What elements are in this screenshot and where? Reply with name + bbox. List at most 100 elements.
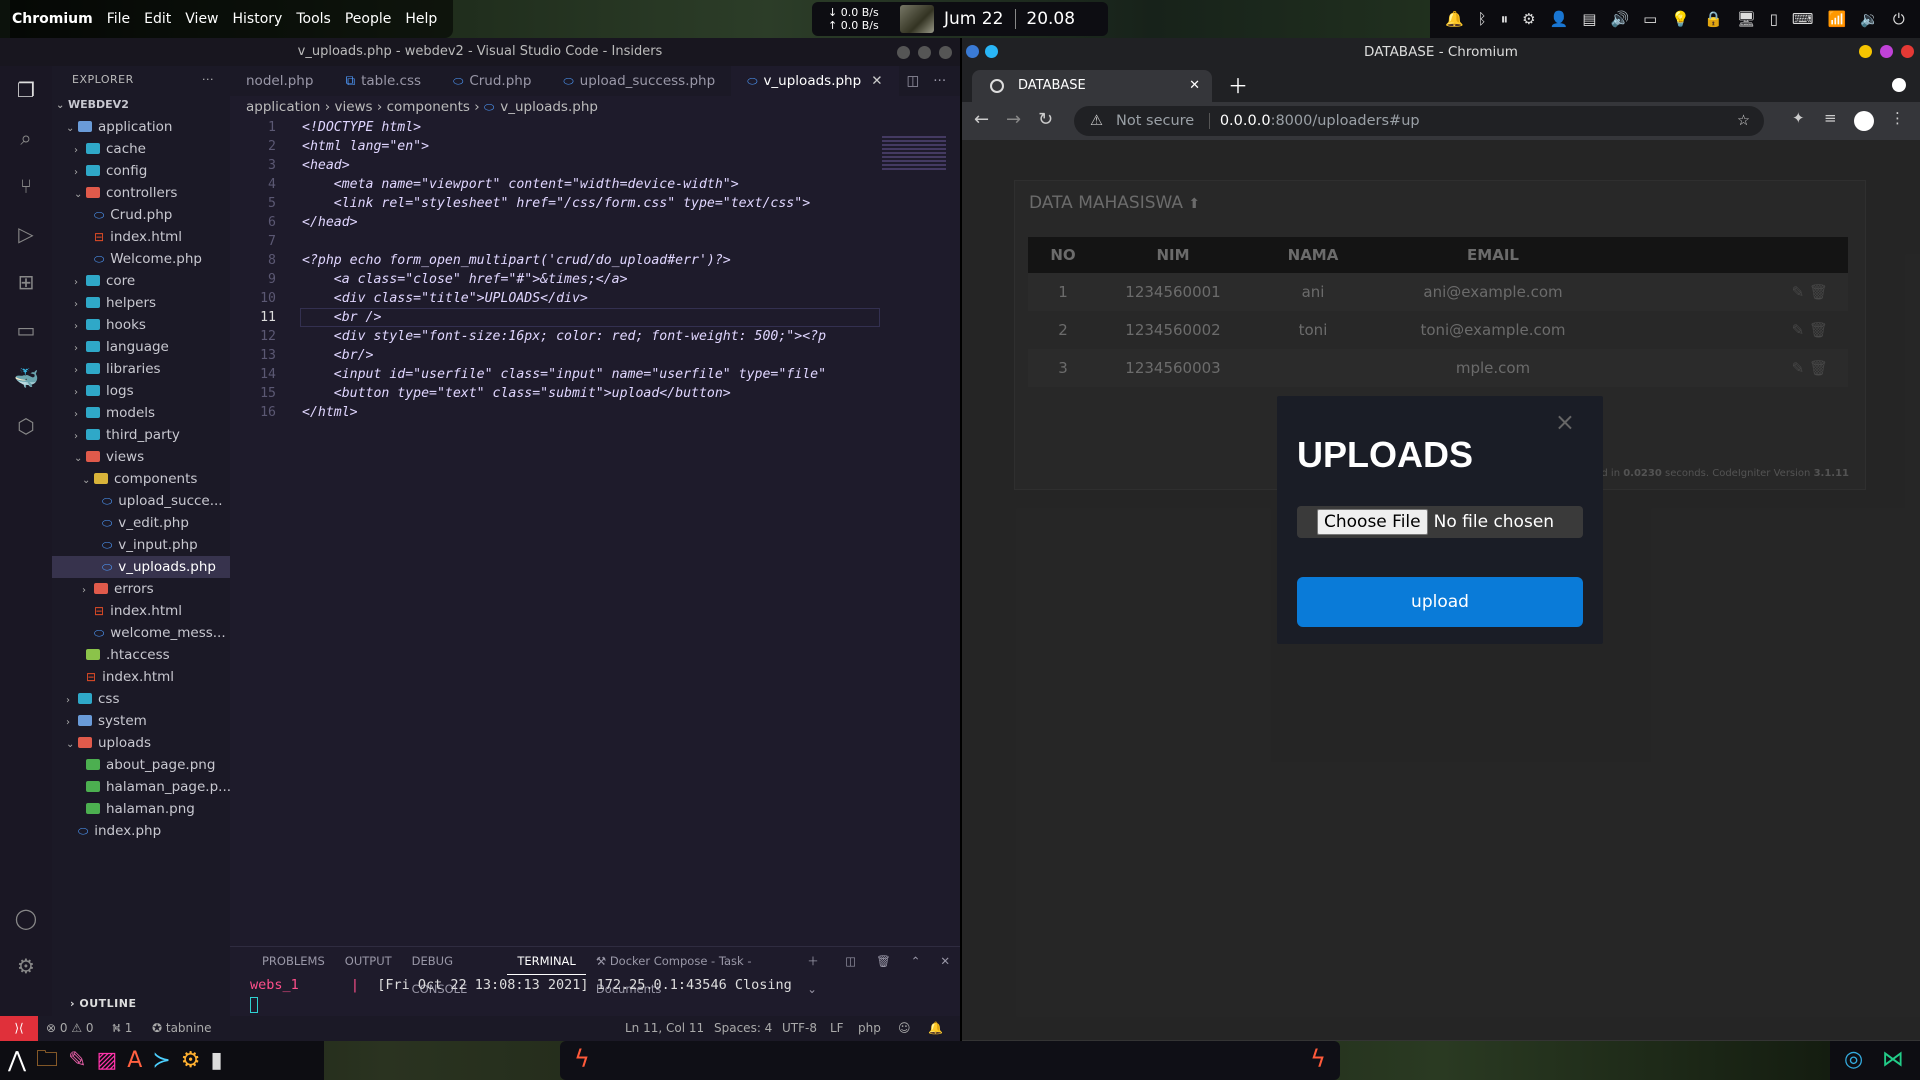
problems-indicator[interactable]: ⊗ 0 ⚠ 0 [46, 1016, 94, 1041]
code-line[interactable]: </head> [302, 213, 358, 232]
docker-icon[interactable]: 🐳 [14, 366, 39, 390]
profile-avatar[interactable] [1854, 111, 1874, 131]
menu-file[interactable]: File [107, 11, 130, 27]
choose-file-button[interactable]: Choose File [1317, 509, 1428, 535]
text-editor-icon[interactable]: ✎ [68, 1048, 86, 1073]
tab-v-uploads[interactable]: ⬭ v_uploads.php ✕ [731, 66, 899, 96]
browser-tab[interactable]: DATABASE ✕ [972, 70, 1212, 102]
chromium-app-icon[interactable]: ◎ [1844, 1047, 1863, 1072]
settings-app-icon[interactable]: ⚙ [181, 1048, 201, 1073]
battery-icon[interactable]: ▭ [1643, 10, 1657, 28]
breadcrumb-item[interactable]: v_uploads.php [500, 99, 598, 115]
close-panel-icon[interactable]: ✕ [930, 947, 960, 975]
code-line[interactable]: <html lang="en"> [302, 137, 429, 156]
search-icon[interactable]: ⌕ [14, 126, 38, 150]
menu-edit[interactable]: Edit [144, 11, 171, 27]
maximize-panel-icon[interactable]: ⌃ [901, 947, 931, 975]
encoding[interactable]: UTF-8 [782, 1016, 817, 1041]
split-terminal-icon[interactable]: ◫ [835, 947, 866, 975]
tree-item[interactable]: ⌄ uploads [52, 732, 230, 754]
vscode-app-icon[interactable]: ⋈ [1882, 1047, 1904, 1072]
tab-upload-success[interactable]: ⬭ upload_success.php [547, 66, 731, 96]
tree-item[interactable]: ⬭ v_input.php [52, 534, 230, 556]
upload-button[interactable]: upload [1297, 577, 1583, 627]
tree-item[interactable]: ⌄ controllers [52, 182, 230, 204]
tree-item[interactable]: ⊟ index.html [52, 600, 230, 622]
language-mode[interactable]: php [858, 1016, 881, 1041]
tree-item[interactable]: ⊟ index.html [52, 666, 230, 688]
editor-more-icon[interactable]: ··· [927, 66, 952, 96]
trash-icon[interactable]: 🗑 [866, 947, 901, 975]
tree-item[interactable]: › errors [52, 578, 230, 600]
files-icon[interactable]: 🗀 [36, 1042, 58, 1080]
terminal-selector[interactable]: ⚒ Docker Compose - Task - Documents [586, 947, 797, 996]
minimize-button[interactable] [897, 46, 910, 59]
brightness-icon[interactable]: 💡 [1671, 10, 1690, 28]
warning-icon[interactable]: ⚠ [1090, 106, 1103, 136]
reload-icon[interactable]: ↻ [1038, 109, 1053, 130]
tree-item[interactable]: › system [52, 710, 230, 732]
terminal-icon[interactable]: ≻ [152, 1048, 170, 1073]
cursor-position[interactable]: Ln 11, Col 11 [625, 1016, 704, 1041]
tree-item[interactable]: › hooks [52, 314, 230, 336]
menu-help[interactable]: Help [405, 11, 437, 27]
explorer-icon[interactable]: ❐ [14, 78, 38, 102]
menu-view[interactable]: View [185, 11, 218, 27]
close-button[interactable] [1901, 45, 1914, 58]
menu-people[interactable]: People [345, 11, 392, 27]
lock-icon[interactable]: 🔒 [1704, 10, 1723, 28]
lightning-icon[interactable]: ϟ [1310, 1045, 1326, 1073]
clipboard-icon[interactable]: ▤ [1582, 10, 1596, 28]
tab-output[interactable]: OUTPUT [335, 947, 402, 975]
code-line[interactable]: <br /> [302, 308, 382, 327]
tabnine-indicator[interactable]: ✪ tabnine [152, 1016, 211, 1041]
chrome-menu-icon[interactable]: ⋮ [1890, 109, 1905, 127]
code-line[interactable]: <!DOCTYPE html> [302, 118, 421, 137]
bell-icon[interactable]: 🔔 [928, 1016, 943, 1041]
lightning-icon[interactable]: ϟ [574, 1045, 590, 1073]
ports-indicator[interactable]: ⛕ 1 [112, 1016, 132, 1041]
not-secure-label[interactable]: Not secure [1116, 113, 1194, 129]
pause-icon[interactable]: ⏸ [1501, 10, 1509, 28]
bookmark-star-icon[interactable]: ☆ [1737, 106, 1750, 136]
tree-item[interactable]: › cache [52, 138, 230, 160]
minimize-button[interactable] [1859, 45, 1872, 58]
account-icon[interactable]: ◯ [14, 906, 38, 930]
code-line[interactable]: <input id="userfile" class="input" name=… [302, 365, 826, 384]
remote-explorer-icon[interactable]: ▭ [14, 318, 38, 342]
minimap[interactable] [882, 136, 946, 170]
terminal-output[interactable]: webs_1 | [Fri Oct 22 13:08:13 2021] 172.… [230, 975, 960, 1013]
sticky-button[interactable] [985, 45, 998, 58]
tree-item[interactable]: about_page.png [52, 754, 230, 776]
tab-table-css[interactable]: ⧉ table.css [329, 66, 437, 96]
media-thumbnail[interactable] [900, 5, 934, 33]
document-icon[interactable]: ▮ [211, 1048, 223, 1073]
tree-item[interactable]: ⬭ index.php [52, 820, 230, 842]
menu-tools[interactable]: Tools [296, 11, 331, 27]
tree-item[interactable]: › config [52, 160, 230, 182]
tree-item[interactable]: ⊟ index.html [52, 226, 230, 248]
split-editor-icon[interactable]: ◫ [899, 66, 928, 96]
remote-indicator-icon[interactable]: ⟩⟨ [0, 1016, 38, 1041]
line-ending[interactable]: LF [830, 1016, 844, 1041]
tree-item[interactable]: ⬭ welcome_mess... [52, 622, 230, 644]
code-line[interactable]: <a class="close" href="#">&times;</a> [302, 270, 628, 289]
code-line[interactable]: <button type="text" class="submit">uploa… [302, 384, 731, 403]
reading-list-icon[interactable]: ≡ [1824, 109, 1837, 127]
close-tab-icon[interactable]: ✕ [871, 73, 882, 89]
code-line[interactable]: </html> [302, 403, 358, 422]
tab-problems[interactable]: PROBLEMS [252, 947, 335, 975]
tab-debug-console[interactable]: DEBUG CONSOLE [402, 947, 508, 996]
code-line[interactable]: <link rel="stylesheet" href="/css/form.c… [302, 194, 810, 213]
tree-item[interactable]: ⬭ upload_succe... [52, 490, 230, 512]
display-icon[interactable]: 🖥 [1737, 10, 1756, 28]
keyboard-icon[interactable]: ⌨ [1792, 10, 1814, 28]
file-input[interactable]: Choose File No file chosen [1297, 506, 1583, 538]
tree-item[interactable]: › core [52, 270, 230, 292]
workspace-root[interactable]: ⌄ WEBDEV2 [52, 94, 230, 116]
tree-item[interactable]: ⬭ v_edit.php [52, 512, 230, 534]
clock-widget[interactable]: ↓ 0.0 B/s ↑ 0.0 B/s Jum 22 20.08 [812, 2, 1108, 36]
new-terminal-icon[interactable]: ＋⌄ [797, 947, 835, 996]
breadcrumb-item[interactable]: views [334, 99, 372, 115]
tree-item[interactable]: › helpers [52, 292, 230, 314]
